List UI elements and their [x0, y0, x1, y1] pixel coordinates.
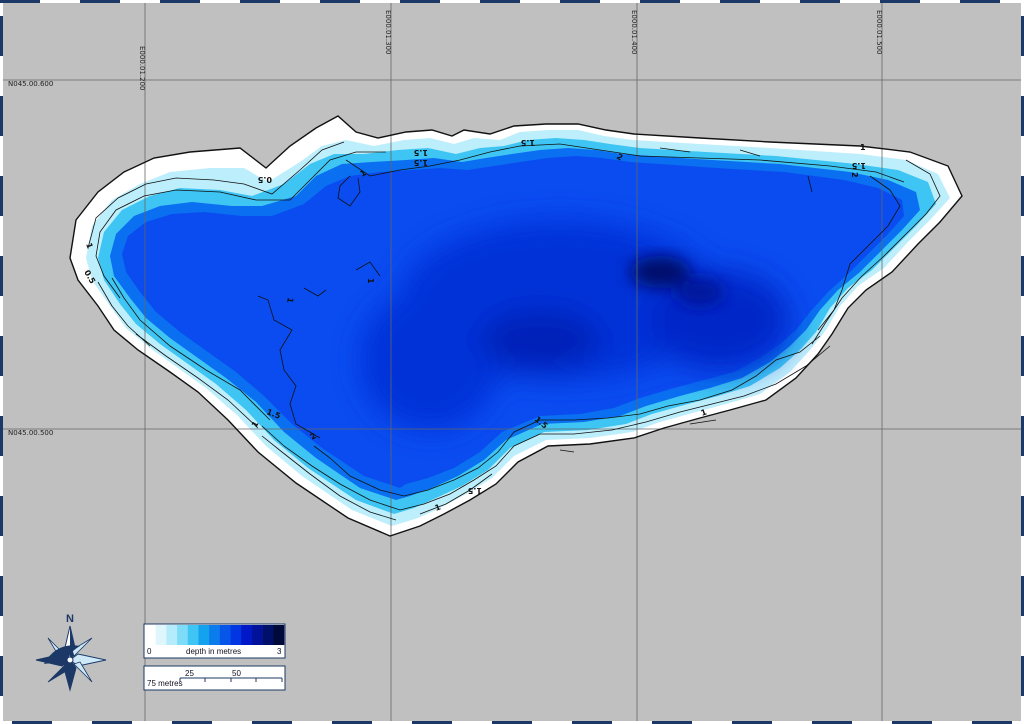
legend-title: depth in metres — [186, 647, 241, 656]
legend-swatch — [241, 625, 253, 645]
legend-swatch — [145, 625, 156, 645]
legend-color-scale — [145, 625, 285, 645]
longitude-label: E000.01.300 — [384, 10, 392, 55]
scale-label: 75 metres — [147, 679, 183, 688]
legend-min-label: 0 — [147, 647, 152, 656]
legend-swatch — [273, 625, 285, 645]
contour-label: 1.5 — [413, 158, 428, 167]
latitude-label: N045.00.600 — [8, 80, 53, 88]
contour-label: 1.5 — [851, 161, 866, 170]
contour-label: 2 — [850, 172, 859, 178]
contour-label: 1 — [366, 278, 375, 284]
legend-swatch — [209, 625, 221, 645]
longitude-label: E000.01.200 — [138, 46, 146, 91]
legend-swatch — [187, 625, 199, 645]
compass-north-label: N — [66, 613, 74, 625]
contour-label: 1.5 — [520, 138, 535, 147]
legend-swatch — [219, 625, 231, 645]
scale-tick-label: 25 — [185, 669, 194, 678]
longitude-label: E000.01.400 — [630, 10, 638, 55]
depth-legend: 0 depth in metres 3 — [143, 623, 286, 659]
contour-label: 1.5 — [467, 486, 482, 495]
lake-bathymetry-map: E000.01.200 E000.01.300 E000.01.400 E000… — [0, 0, 1024, 724]
longitude-label: E000.01.500 — [875, 10, 883, 55]
contour-label: 1 — [860, 143, 866, 152]
scale-tick-label: 50 — [232, 669, 241, 678]
scale-bar: 25 50 75 metres — [143, 665, 286, 691]
legend-swatch — [198, 625, 210, 645]
legend-swatch — [251, 625, 263, 645]
legend-swatch — [230, 625, 242, 645]
contour-label: 0.5 — [257, 175, 272, 184]
legend-swatch — [166, 625, 178, 645]
legend-swatch — [177, 625, 189, 645]
legend-swatch — [262, 625, 274, 645]
latitude-label: N045.00.500 — [8, 429, 53, 437]
legend-swatch — [155, 625, 167, 645]
contour-label: 1.5 — [413, 148, 428, 157]
legend-max-label: 3 — [277, 647, 282, 656]
